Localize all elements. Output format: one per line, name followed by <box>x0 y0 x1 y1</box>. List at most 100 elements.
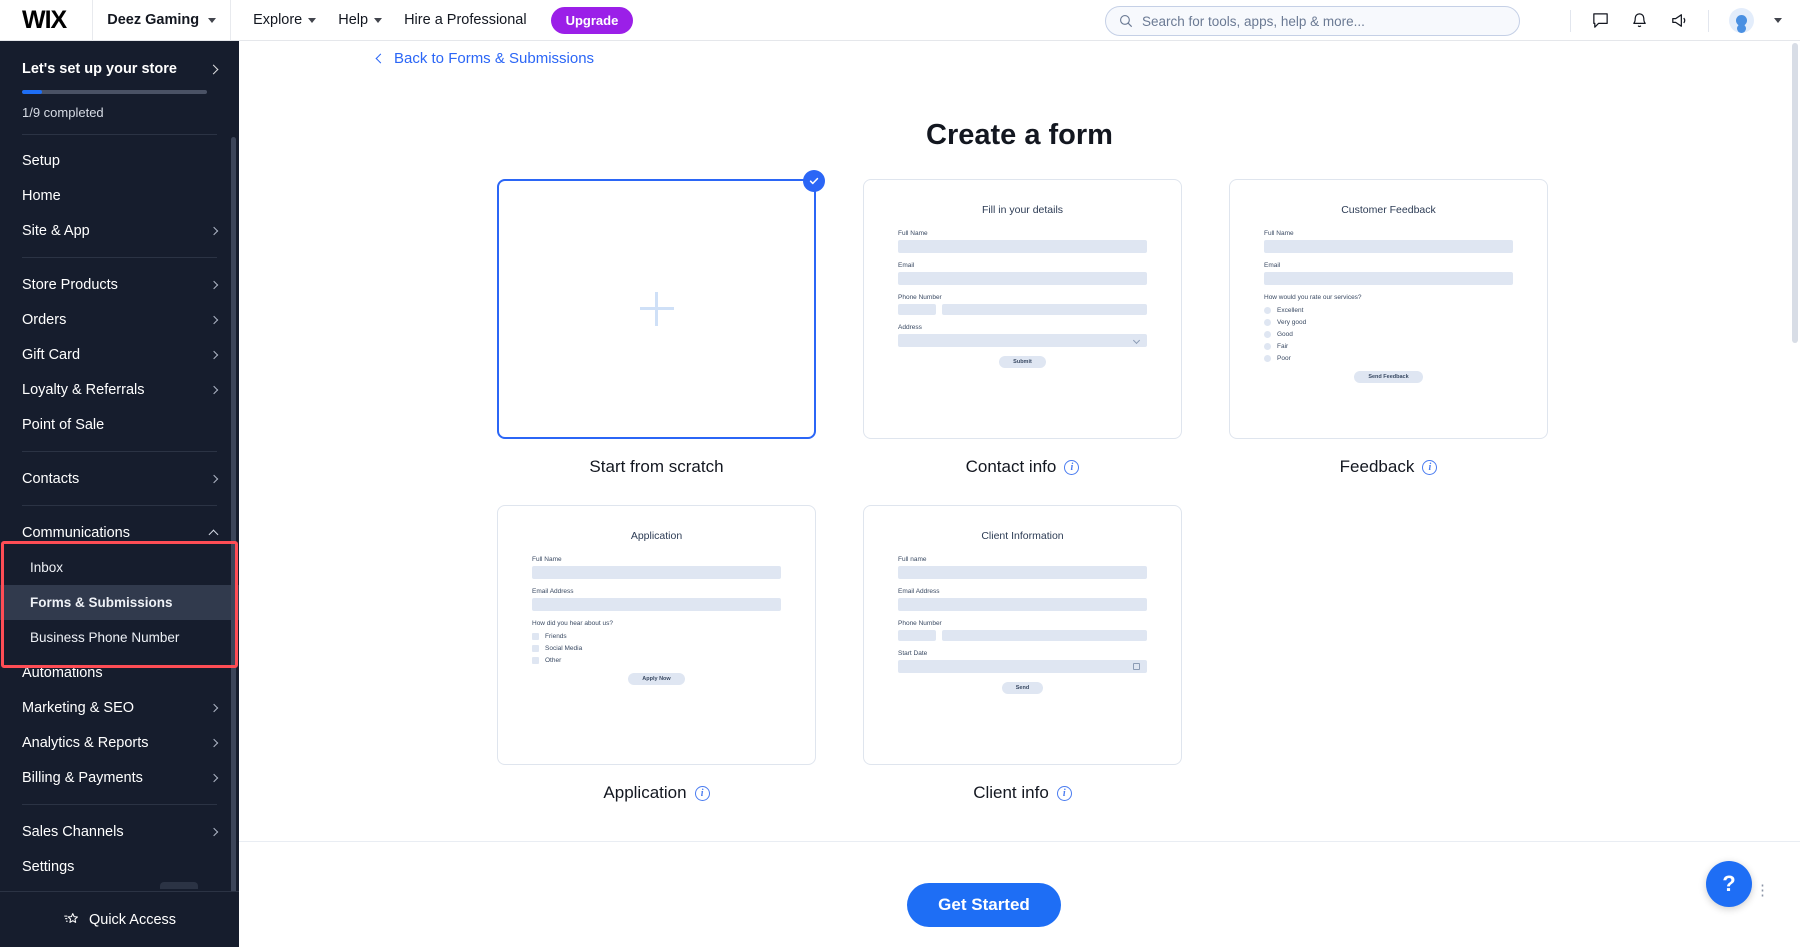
sidebar-item-label: Communications <box>22 524 130 541</box>
nav-help[interactable]: Help <box>338 12 383 28</box>
sidebar-item-label: Marketing & SEO <box>22 699 135 716</box>
sidebar-item-business-phone-number[interactable]: Business Phone Number <box>0 620 239 655</box>
sidebar-item-marketing-seo[interactable]: Marketing & SEO <box>0 690 239 725</box>
preview-phone-prefix[interactable] <box>898 304 936 315</box>
preview-option[interactable]: Very good <box>1264 319 1513 326</box>
preview-option[interactable]: Good <box>1264 331 1513 338</box>
preview-option[interactable]: Other <box>532 657 781 664</box>
preview-text-input[interactable] <box>898 240 1147 253</box>
preview-option[interactable]: Friends <box>532 633 781 640</box>
preview-option[interactable]: Social Media <box>532 645 781 652</box>
preview-phone-number[interactable] <box>942 630 1147 641</box>
sidebar-item-automations[interactable]: Automations <box>0 655 239 690</box>
preview-text-input[interactable] <box>1264 272 1513 285</box>
sidebar-item-contacts[interactable]: Contacts <box>0 461 239 496</box>
help-fab-button[interactable]: ? <box>1706 861 1752 907</box>
wix-logo[interactable]: WIX <box>22 6 67 35</box>
sidebar-item-gift-card[interactable]: Gift Card <box>0 337 239 372</box>
info-icon[interactable]: i <box>1056 785 1072 801</box>
upgrade-button[interactable]: Upgrade <box>550 6 634 34</box>
preview-checkbox[interactable] <box>532 657 539 664</box>
sidebar-item-analytics-reports[interactable]: Analytics & Reports <box>0 725 239 760</box>
help-fab-menu-icon[interactable]: ⋮ <box>1755 883 1770 898</box>
site-switcher[interactable]: Deez Gaming <box>92 0 232 41</box>
sidebar-item-point-of-sale[interactable]: Point of Sale <box>0 407 239 442</box>
megaphone-icon[interactable] <box>1669 11 1688 30</box>
sidebar-item-setup[interactable]: Setup <box>0 143 239 178</box>
sidebar-item-loyalty-referrals[interactable]: Loyalty & Referrals <box>0 372 239 407</box>
sidebar-collapse-handle[interactable] <box>160 882 198 889</box>
sidebar-item-communications[interactable]: Communications <box>0 515 239 550</box>
sidebar-item-orders[interactable]: Orders <box>0 302 239 337</box>
card-label-text: Client info <box>973 783 1049 802</box>
preview-select[interactable] <box>898 334 1147 347</box>
template-card-application[interactable]: Application Full Name Email Address How did… <box>497 505 816 765</box>
sidebar-item-inbox[interactable]: Inbox <box>0 550 239 585</box>
nav-explore[interactable]: Explore <box>253 12 317 28</box>
info-icon[interactable]: i <box>1422 459 1438 475</box>
preview-submit-button[interactable]: Send Feedback <box>1354 371 1423 383</box>
nav-hire-a-professional[interactable]: Hire a Professional <box>404 12 527 28</box>
preview-radio[interactable] <box>1264 307 1271 314</box>
sidebar-item-forms-submissions[interactable]: Forms & Submissions <box>0 585 239 620</box>
sidebar-item-store-products[interactable]: Store Products <box>0 267 239 302</box>
preview-submit-button[interactable]: Apply Now <box>628 673 685 685</box>
preview-text-input[interactable] <box>898 598 1147 611</box>
info-icon[interactable]: i <box>1064 459 1080 475</box>
template-card-label-client-info: Client info i <box>863 783 1182 803</box>
preview-text-input[interactable] <box>898 566 1147 579</box>
preview-title: Fill in your details <box>981 204 1064 216</box>
divider <box>22 804 217 805</box>
preview-button-row: Send Feedback <box>1264 371 1513 383</box>
sidebar-item-billing-payments[interactable]: Billing & Payments <box>0 760 239 795</box>
preview-submit-button[interactable]: Send <box>1001 682 1044 694</box>
preview-radio[interactable] <box>1264 319 1271 326</box>
chevron-right-icon <box>209 350 219 359</box>
quick-access-button[interactable]: Quick Access <box>0 891 239 947</box>
preview-radio[interactable] <box>1264 331 1271 338</box>
template-card-container: Customer Feedback Full Name Email How would… <box>1229 179 1548 477</box>
main-scrollbar[interactable] <box>1792 43 1798 343</box>
preview-text-input[interactable] <box>1264 240 1513 253</box>
back-link-label: Back to Forms & Submissions <box>394 50 595 67</box>
preview-phone-prefix[interactable] <box>898 630 936 641</box>
preview-radio[interactable] <box>1264 355 1271 362</box>
preview-checkbox[interactable] <box>532 633 539 640</box>
preview-date-input[interactable] <box>898 660 1147 673</box>
preview-phone-number[interactable] <box>942 304 1147 315</box>
preview-option[interactable]: Fair <box>1264 343 1513 350</box>
template-card-contact-info[interactable]: Fill in your details Full Name Email Phone … <box>863 179 1182 439</box>
preview-option[interactable]: Poor <box>1264 355 1513 362</box>
sidebar-item-site-app[interactable]: Site & App <box>0 213 239 248</box>
setup-title-row[interactable]: Let's set up your store <box>22 61 219 77</box>
sidebar-item-label: Gift Card <box>22 346 81 363</box>
search-input[interactable] <box>1142 13 1502 29</box>
info-icon[interactable]: i <box>694 785 710 801</box>
setup-progress-block[interactable]: Let's set up your store 1/9 completed <box>0 41 239 134</box>
avatar[interactable] <box>1729 8 1754 33</box>
template-card-start-from-scratch[interactable] <box>497 170 825 439</box>
page-title: Create a form <box>926 119 1113 151</box>
search-bar[interactable] <box>1105 6 1520 36</box>
bell-icon[interactable] <box>1630 11 1649 30</box>
sidebar-item-home[interactable]: Home <box>0 178 239 213</box>
get-started-button[interactable]: Get Started <box>907 883 1061 927</box>
preview-radio[interactable] <box>1264 343 1271 350</box>
preview-option-label: Other <box>545 657 562 664</box>
sidebar-scrollbar[interactable] <box>231 137 236 917</box>
preview-text-input[interactable] <box>532 566 781 579</box>
sidebar-item-sales-channels[interactable]: Sales Channels <box>0 814 239 849</box>
preview-field-label: Email <box>1264 262 1281 269</box>
preview-submit-button[interactable]: Submit <box>999 356 1046 368</box>
back-to-forms-link[interactable]: Back to Forms & Submissions <box>375 50 595 67</box>
chat-icon[interactable] <box>1591 11 1610 30</box>
preview-text-input[interactable] <box>532 598 781 611</box>
preview-option[interactable]: Excellent <box>1264 307 1513 314</box>
chevron-left-icon <box>375 53 386 64</box>
template-card-client-info[interactable]: Client Information Full name Email Address… <box>863 505 1182 765</box>
chevron-down-icon[interactable] <box>1774 18 1782 23</box>
preview-checkbox[interactable] <box>532 645 539 652</box>
sidebar-item-settings[interactable]: Settings <box>0 849 239 884</box>
preview-text-input[interactable] <box>898 272 1147 285</box>
template-card-feedback[interactable]: Customer Feedback Full Name Email How would… <box>1229 179 1548 439</box>
